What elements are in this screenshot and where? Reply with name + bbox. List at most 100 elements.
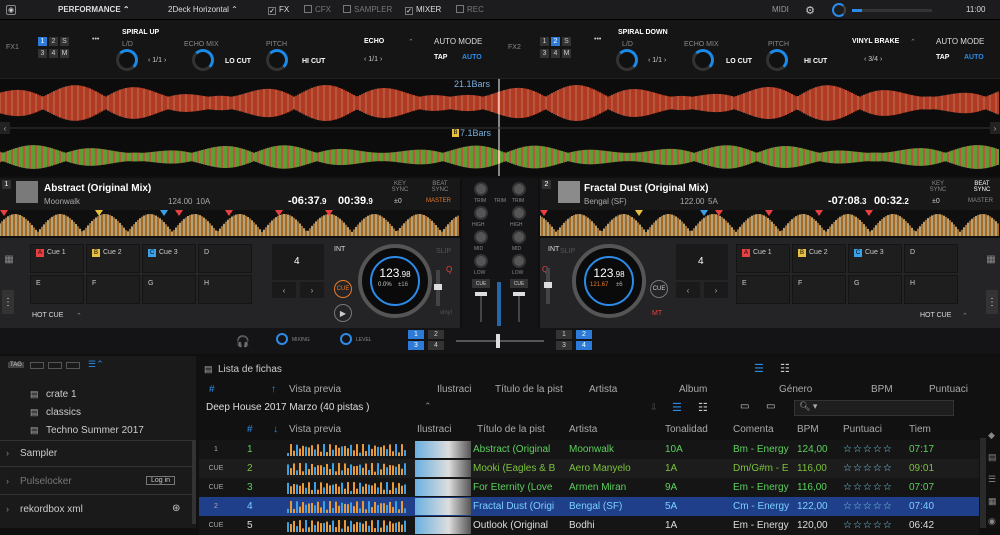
ch1-high-knob[interactable] <box>474 206 488 220</box>
more-icon[interactable]: ••• <box>594 36 601 43</box>
cue-marker-b[interactable]: B <box>452 129 459 137</box>
ch1-fader[interactable] <box>475 292 487 322</box>
grid-icon[interactable]: ▦ <box>988 496 997 507</box>
column-header[interactable]: Vista previa <box>289 424 341 435</box>
fx1-auto[interactable]: AUTO <box>462 54 482 61</box>
column-header[interactable]: Ilustraci <box>437 384 471 395</box>
deck2-master[interactable]: MASTER <box>968 198 993 204</box>
table-row[interactable]: CUE 5 Outlook (Original Bodhi 1A Em - Energy 1… <box>199 516 979 535</box>
table-row[interactable]: 1 1 Abstract (Original Moonwalk 10A Bm - Ener… <box>199 440 979 459</box>
login-button[interactable]: Log in <box>146 476 176 485</box>
fx-toggle[interactable]: ✓ FX <box>268 0 289 20</box>
fx2-bank-4[interactable]: 4 <box>551 49 560 58</box>
chevron-right-icon[interactable]: › <box>6 476 9 486</box>
ch2-trim-knob[interactable] <box>512 182 526 196</box>
xfader-assign-r1[interactable]: 1 <box>556 330 572 339</box>
window-icon[interactable]: ▭ <box>740 401 749 412</box>
rec-toggle[interactable]: REC <box>456 0 484 20</box>
fx1-echo-beat[interactable]: ‹ 1/1 › <box>364 56 382 63</box>
chevron-right-icon[interactable]: › <box>300 282 324 298</box>
xfader-assign-2[interactable]: 2 <box>428 330 444 339</box>
list-view-icon[interactable]: ☰ <box>754 362 764 375</box>
fx1-pitch-knob[interactable] <box>266 49 288 71</box>
column-header[interactable]: Vista previa <box>289 384 341 395</box>
deck1-int[interactable]: INT <box>334 246 345 253</box>
hot-cue-pad[interactable]: H <box>904 275 958 304</box>
deck2-slip[interactable]: SLIP <box>560 248 575 255</box>
tag-button[interactable]: TAG <box>8 362 24 368</box>
deck2-overview[interactable] <box>540 210 1000 236</box>
deck1-jog-wheel[interactable]: 123.98 0.0% ±16 <box>358 244 432 318</box>
list-scrollbar[interactable] <box>980 438 986 528</box>
fx1-bank-m[interactable]: M <box>60 49 69 58</box>
fx1-echomix-knob[interactable] <box>192 49 214 71</box>
fx2-bank-s[interactable]: S <box>562 37 571 46</box>
column-header[interactable]: Género <box>779 384 812 395</box>
deck1-slip[interactable]: SLIP <box>436 248 451 255</box>
ch2-cue-button[interactable]: CUE <box>510 279 528 288</box>
view-toggle-2[interactable] <box>48 362 62 369</box>
column-header[interactable]: Artista <box>569 424 597 435</box>
side-menu-icon[interactable]: ⋮ <box>2 290 14 314</box>
deck1-tempo-slider[interactable] <box>434 270 442 306</box>
column-header[interactable]: Tiem <box>909 424 931 435</box>
hot-cue-pad[interactable]: A Cue 1 <box>736 244 790 273</box>
hot-cue-pad[interactable]: B Cue 2 <box>86 244 140 273</box>
table-row[interactable]: 2 4 Fractal Dust (Origi Bengal (SF) 5A Cm - E… <box>199 497 979 516</box>
cfx-toggle[interactable]: CFX <box>304 0 331 20</box>
column-header[interactable]: Álbum <box>679 384 707 395</box>
list-icon[interactable]: ☰ <box>988 474 996 485</box>
ch2-mid-knob[interactable] <box>512 230 526 244</box>
fx1-bank-4[interactable]: 4 <box>49 49 58 58</box>
fx2-bank-3[interactable]: 3 <box>540 49 549 58</box>
play-icon[interactable]: ▶ <box>334 304 352 322</box>
column-header[interactable]: Tonalidad <box>665 424 708 435</box>
fx1-hicut[interactable]: HI CUT <box>302 58 325 65</box>
column-header[interactable]: Título de la pist <box>495 384 563 395</box>
xfader-assign-1[interactable]: 1 <box>408 330 424 339</box>
xfader-assign-3[interactable]: 3 <box>408 341 424 350</box>
chevron-left-icon[interactable]: ‹ <box>272 282 296 298</box>
tree-item-techno[interactable]: Techno Summer 2017 <box>46 425 144 436</box>
tag-icon[interactable]: ◆ <box>988 430 995 441</box>
fx2-brake-select[interactable]: VINYL BRAKE <box>852 38 899 45</box>
record-icon[interactable]: ◉ <box>988 516 996 527</box>
column-header[interactable]: Puntuaci <box>929 384 968 395</box>
deck2-hotcue[interactable]: HOT CUE <box>920 312 951 319</box>
hot-cue-pad[interactable]: D <box>904 244 958 273</box>
column-header[interactable]: Ilustraci <box>417 424 451 435</box>
hot-cue-pad[interactable]: A Cue 1 <box>30 244 84 273</box>
hot-cue-pad[interactable]: F <box>86 275 140 304</box>
tree-item-pulselocker[interactable]: Pulselocker <box>20 476 72 487</box>
mixing-knob[interactable] <box>276 333 288 345</box>
view-toggle-1[interactable] <box>30 362 44 369</box>
sampler-toggle[interactable]: SAMPLER <box>343 0 392 20</box>
waveform-display[interactable]: 21.1Bars B 7.1Bars ‹ › <box>0 78 1000 176</box>
deck1-overview[interactable] <box>0 210 460 236</box>
column-header[interactable]: BPM <box>871 384 893 395</box>
column-header[interactable]: Comenta <box>733 424 774 435</box>
download-icon[interactable]: ⇩ <box>650 402 658 413</box>
fx2-effect1[interactable]: SPIRAL DOWN <box>618 29 668 36</box>
preview-waveform[interactable] <box>287 478 411 497</box>
column-header[interactable]: # <box>209 384 215 395</box>
deck1-beatsync[interactable]: BEAT SYNC <box>428 181 452 193</box>
chevron-left-icon[interactable]: ‹ <box>0 122 10 134</box>
mixer-toggle[interactable]: ✓ MIXER <box>405 0 441 20</box>
deck2-int[interactable]: INT <box>548 246 559 253</box>
fx2-bank-2[interactable]: 2 <box>551 37 560 46</box>
ch1-low-knob[interactable] <box>474 254 488 268</box>
ch2-low-knob[interactable] <box>512 254 526 268</box>
chevron-right-icon[interactable]: › <box>704 282 728 298</box>
fx1-bank-s[interactable]: S <box>60 37 69 46</box>
table-row[interactable]: CUE 2 Mooki (Eagles & B Aero Manyelo 1A Dm/G#… <box>199 459 979 478</box>
xfader-assign-r3[interactable]: 3 <box>556 341 572 350</box>
scrollbar[interactable] <box>192 440 196 524</box>
fx2-auto[interactable]: AUTO <box>964 54 984 61</box>
xfader-assign-r4[interactable]: 4 <box>576 341 592 350</box>
ch2-fader[interactable] <box>513 292 525 322</box>
fx2-ld-knob[interactable] <box>616 49 638 71</box>
list-view-icon[interactable]: ☰ <box>672 401 682 414</box>
fx1-automode[interactable]: AUTO MODE <box>434 37 482 46</box>
level-knob[interactable] <box>340 333 352 345</box>
